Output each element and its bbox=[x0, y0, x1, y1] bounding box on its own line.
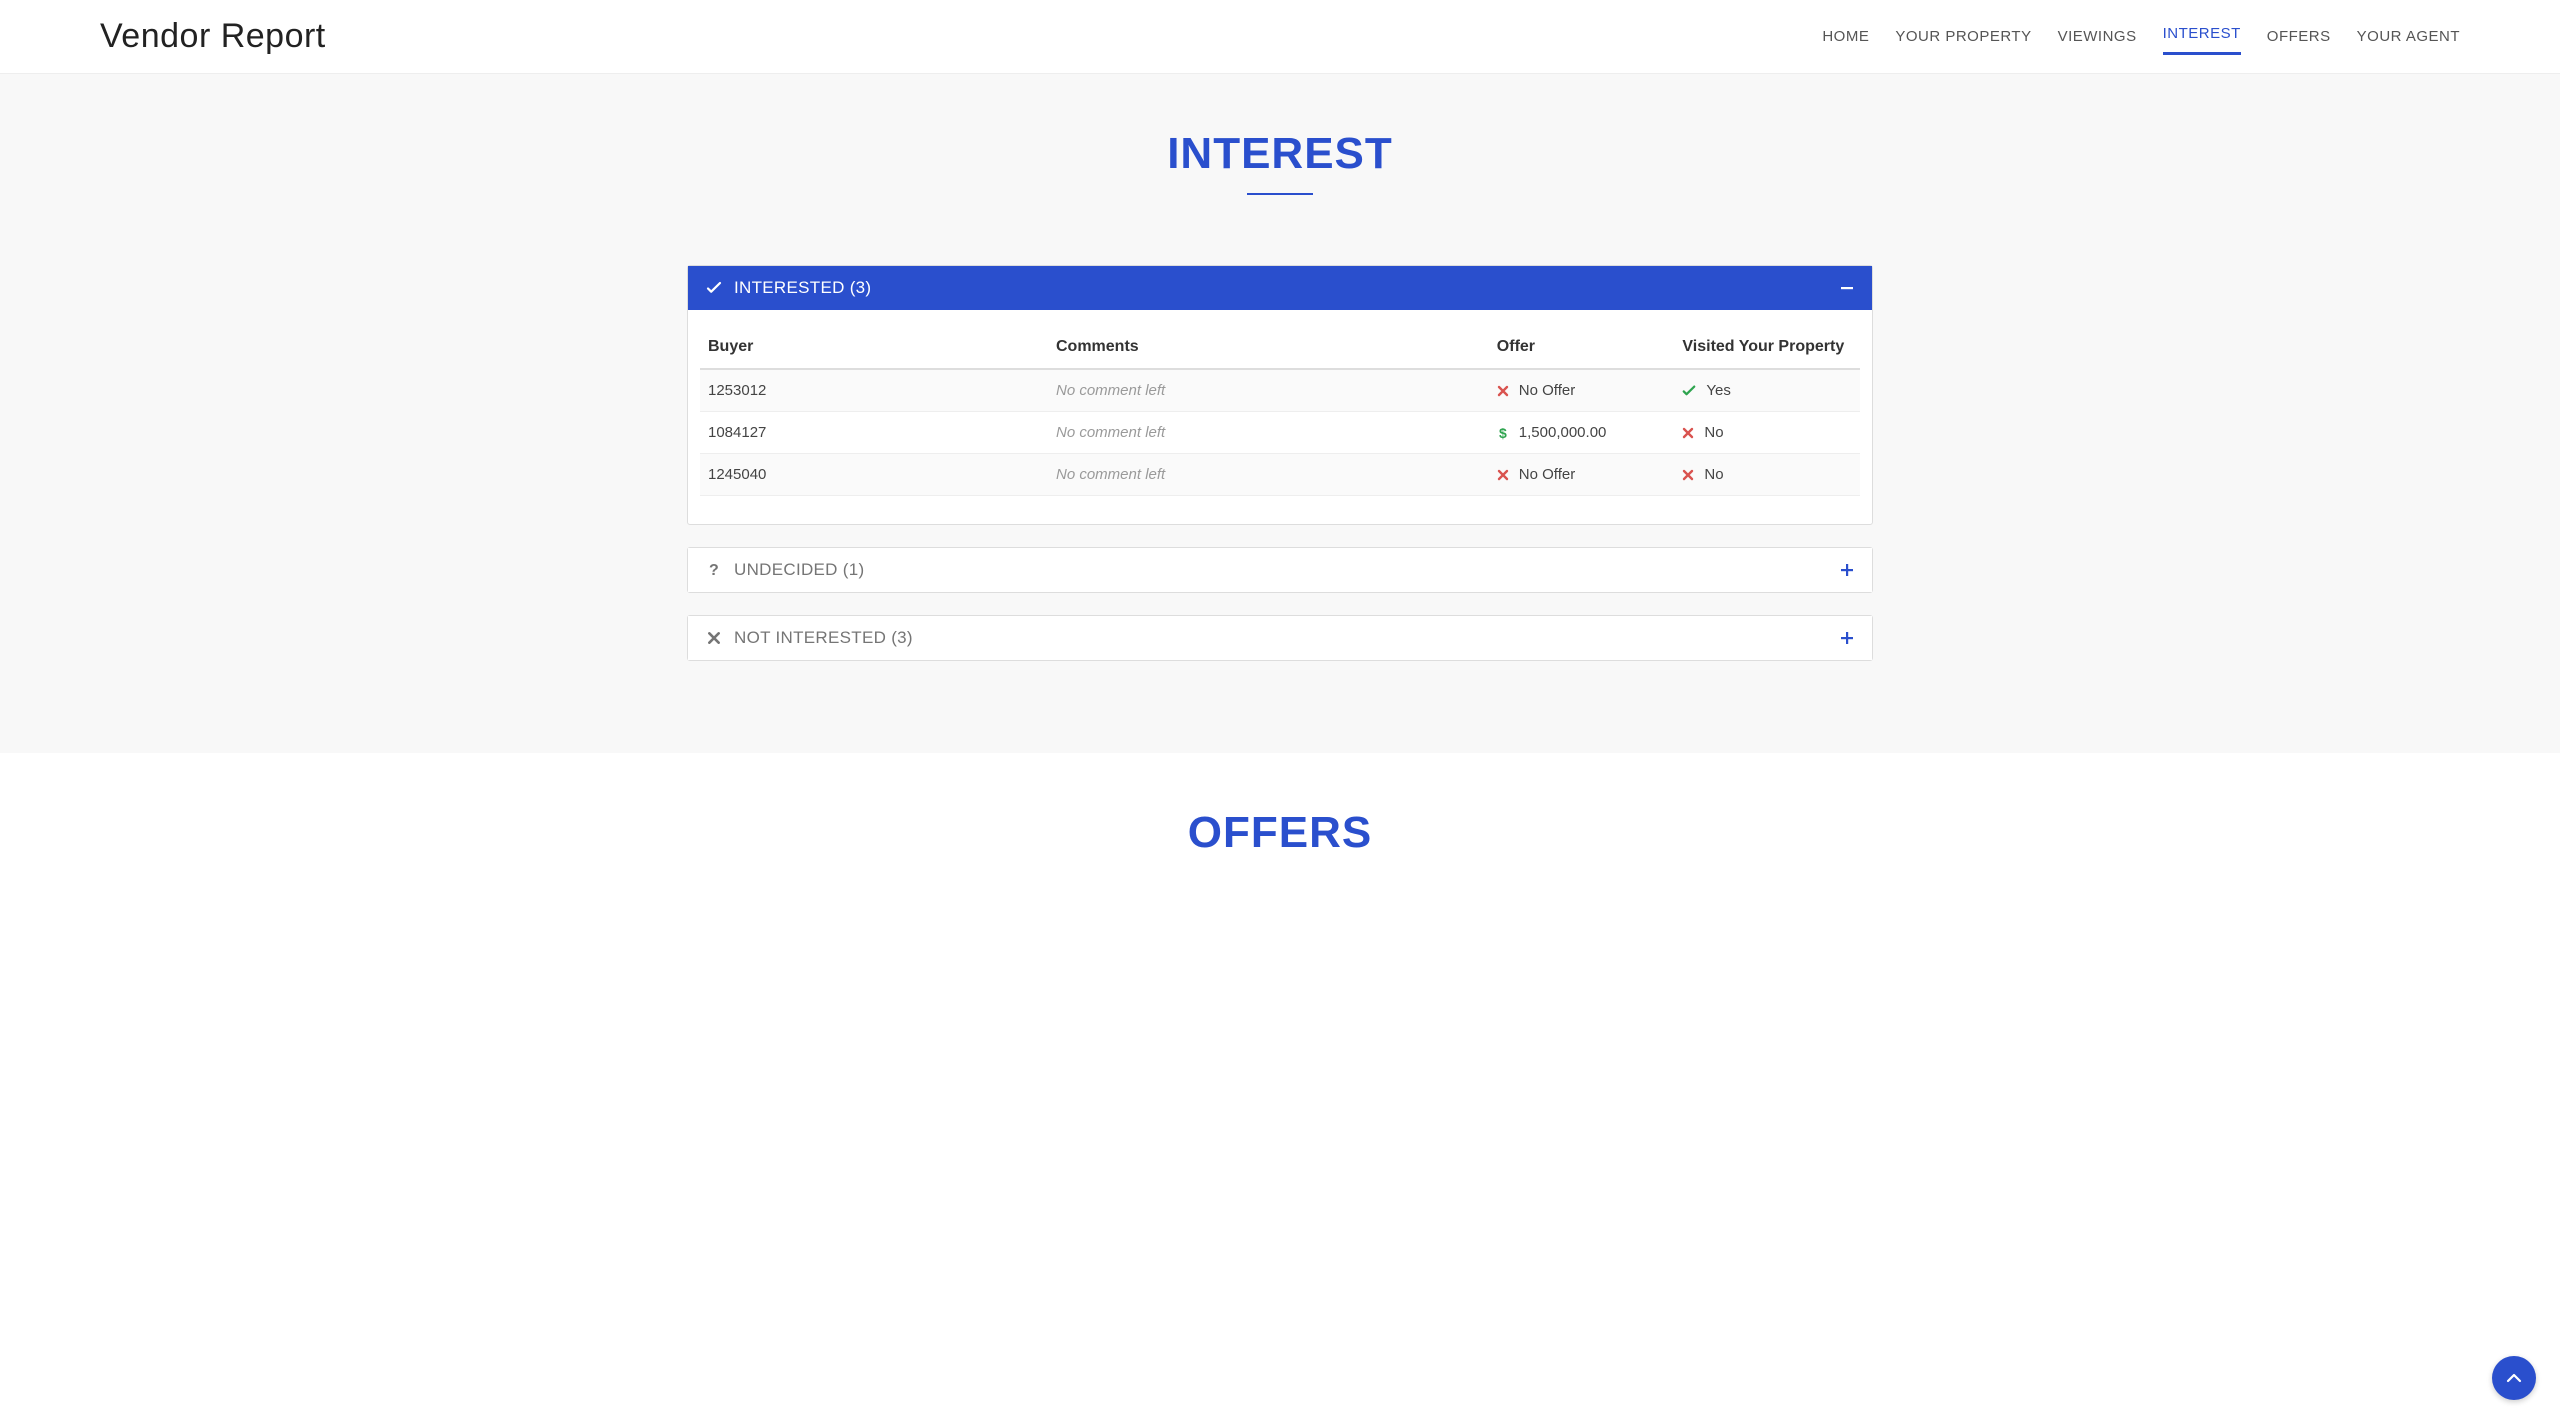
panel-undecided-title: UNDECIDED (1) bbox=[734, 560, 864, 580]
x-icon bbox=[1497, 469, 1509, 481]
interest-title: INTEREST bbox=[687, 129, 1873, 179]
minus-icon bbox=[1840, 281, 1854, 295]
cell-buyer: 1253012 bbox=[700, 369, 1048, 412]
offers-section: OFFERS bbox=[0, 753, 2560, 928]
nav-viewings[interactable]: VIEWINGS bbox=[2058, 22, 2137, 51]
cell-buyer: 1084127 bbox=[700, 412, 1048, 454]
panel-undecided-header[interactable]: ? UNDECIDED (1) bbox=[688, 548, 1872, 592]
cell-visited: No bbox=[1674, 412, 1860, 454]
scroll-to-top-button[interactable] bbox=[2492, 1356, 2536, 1400]
visited-text: No bbox=[1704, 424, 1723, 441]
panel-interested-header[interactable]: INTERESTED (3) bbox=[688, 266, 1872, 310]
table-row: 1253012 No comment left No Offer bbox=[700, 369, 1860, 412]
plus-icon bbox=[1840, 563, 1854, 577]
interest-section: INTEREST INTERESTED (3) bbox=[0, 74, 2560, 753]
nav-your-agent[interactable]: YOUR AGENT bbox=[2357, 22, 2460, 51]
col-buyer: Buyer bbox=[700, 328, 1048, 369]
panel-not-interested-header[interactable]: NOT INTERESTED (3) bbox=[688, 616, 1872, 660]
cell-offer: No Offer bbox=[1489, 454, 1675, 496]
cell-buyer: 1245040 bbox=[700, 454, 1048, 496]
question-icon: ? bbox=[706, 562, 722, 578]
cell-offer: $ 1,500,000.00 bbox=[1489, 412, 1675, 454]
offer-text: No Offer bbox=[1519, 466, 1575, 483]
x-icon bbox=[1682, 427, 1694, 439]
table-row: 1084127 No comment left $ 1,500,000.00 bbox=[700, 412, 1860, 454]
visited-text: No bbox=[1704, 466, 1723, 483]
cell-comment: No comment left bbox=[1048, 454, 1489, 496]
col-visited: Visited Your Property bbox=[1674, 328, 1860, 369]
offer-text: No Offer bbox=[1519, 382, 1575, 399]
nav-your-property[interactable]: YOUR PROPERTY bbox=[1895, 22, 2031, 51]
panel-interested: INTERESTED (3) Buyer Comments Offer Visi… bbox=[687, 265, 1873, 525]
offers-title: OFFERS bbox=[687, 808, 1873, 858]
panel-not-interested-title: NOT INTERESTED (3) bbox=[734, 628, 913, 648]
svg-text:?: ? bbox=[709, 562, 719, 578]
x-icon bbox=[1682, 469, 1694, 481]
table-row: 1245040 No comment left No Offer bbox=[700, 454, 1860, 496]
nav-home[interactable]: HOME bbox=[1822, 22, 1869, 51]
x-icon bbox=[1497, 385, 1509, 397]
cell-comment: No comment left bbox=[1048, 412, 1489, 454]
x-icon bbox=[706, 630, 722, 646]
main-nav: HOME YOUR PROPERTY VIEWINGS INTEREST OFF… bbox=[1822, 19, 2460, 55]
offer-text: 1,500,000.00 bbox=[1519, 424, 1607, 441]
check-icon bbox=[706, 280, 722, 296]
cell-offer: No Offer bbox=[1489, 369, 1675, 412]
col-offer: Offer bbox=[1489, 328, 1675, 369]
panel-not-interested: NOT INTERESTED (3) bbox=[687, 615, 1873, 661]
dollar-icon: $ bbox=[1497, 426, 1509, 440]
panel-interested-title: INTERESTED (3) bbox=[734, 278, 871, 298]
header: Vendor Report HOME YOUR PROPERTY VIEWING… bbox=[0, 0, 2560, 74]
site-title: Vendor Report bbox=[100, 17, 326, 56]
cell-visited: No bbox=[1674, 454, 1860, 496]
panel-undecided: ? UNDECIDED (1) bbox=[687, 547, 1873, 593]
check-icon bbox=[1682, 384, 1696, 398]
nav-offers[interactable]: OFFERS bbox=[2267, 22, 2331, 51]
plus-icon bbox=[1840, 631, 1854, 645]
title-underline bbox=[1247, 193, 1313, 195]
nav-interest[interactable]: INTEREST bbox=[2163, 19, 2241, 55]
cell-visited: Yes bbox=[1674, 369, 1860, 412]
visited-text: Yes bbox=[1706, 382, 1730, 399]
svg-text:$: $ bbox=[1499, 426, 1507, 440]
col-comments: Comments bbox=[1048, 328, 1489, 369]
chevron-up-icon bbox=[2505, 1369, 2523, 1387]
interested-table: Buyer Comments Offer Visited Your Proper… bbox=[700, 328, 1860, 496]
panel-interested-body: Buyer Comments Offer Visited Your Proper… bbox=[688, 310, 1872, 524]
cell-comment: No comment left bbox=[1048, 369, 1489, 412]
